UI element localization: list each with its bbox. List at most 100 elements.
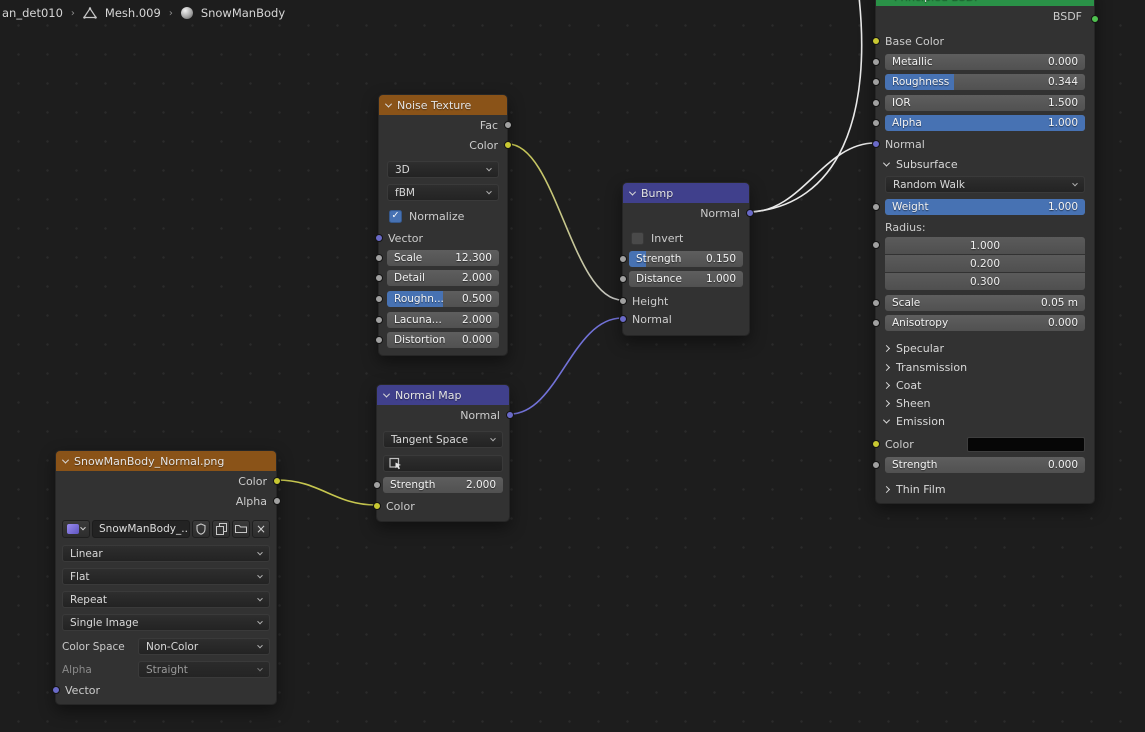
dimensions-dropdown[interactable]: 3D (387, 161, 499, 178)
node-header[interactable]: Bump (623, 183, 749, 203)
node-header[interactable]: Noise Texture (379, 95, 507, 115)
distance-slider[interactable]: Distance 1.000 (629, 271, 743, 287)
anisotropy-slider[interactable]: Anisotropy 0.000 (885, 315, 1085, 331)
distortion-input-socket[interactable] (374, 336, 383, 344)
metallic-slider[interactable]: Metallic 0.000 (885, 54, 1085, 70)
node-image-texture[interactable]: SnowManBody_Normal.png Color Alpha SnowM… (51, 450, 281, 705)
bsdf-output-socket[interactable] (1090, 15, 1099, 23)
input-label: Vector (388, 231, 424, 245)
scale-slider[interactable]: Scale 12.300 (387, 250, 499, 266)
normalize-checkbox[interactable]: ✓ (389, 209, 402, 223)
alpha-input-socket[interactable] (871, 119, 880, 127)
node-principled-bsdf[interactable]: Principled BSDF BSDF Base Color Metallic… (871, 0, 1099, 504)
uv-map-field[interactable] (383, 455, 503, 472)
link-bump-normal-offscreen[interactable] (749, 0, 863, 213)
detail-input-socket[interactable] (374, 274, 383, 282)
invert-checkbox[interactable] (631, 231, 644, 245)
node-bump[interactable]: Bump Normal Invert Strength 0.150 Distan… (618, 182, 754, 336)
link-bump-to-principled-normal[interactable] (749, 142, 876, 213)
interpolation-dropdown[interactable]: Linear (62, 545, 270, 562)
roughness-input-socket[interactable] (374, 295, 383, 303)
output-label: BSDF (1052, 9, 1082, 23)
noise-type-dropdown[interactable]: fBM (387, 184, 499, 201)
roughness-slider[interactable]: Roughness 0.344 (885, 74, 1085, 90)
extension-dropdown[interactable]: Repeat (62, 591, 270, 608)
browse-image-button[interactable] (62, 520, 90, 538)
dropdown-value: Non-Color (146, 640, 199, 653)
section-specular[interactable]: Specular (876, 339, 1094, 357)
emission-color-input-socket[interactable] (871, 440, 880, 448)
color-input-socket[interactable] (372, 502, 381, 510)
section-sheen[interactable]: Sheen (876, 394, 1094, 412)
subsurface-method-dropdown[interactable]: Random Walk (885, 176, 1085, 193)
color-space-dropdown[interactable]: Non-Color (138, 638, 270, 655)
normal-input-socket[interactable] (618, 315, 627, 323)
subsurface-scale-slider[interactable]: Scale 0.05 m (885, 295, 1085, 311)
height-input-socket[interactable] (618, 297, 627, 305)
slider-label: Roughn... (394, 293, 444, 305)
normal-output-socket[interactable] (745, 209, 754, 217)
link-normalmap-to-bump-normal[interactable] (509, 317, 623, 415)
section-emission[interactable]: Emission (876, 412, 1094, 430)
distance-input-socket[interactable] (618, 275, 627, 283)
scale-input-socket[interactable] (374, 254, 383, 262)
image-name-field[interactable]: SnowManBody_... (92, 520, 190, 538)
node-normal-map[interactable]: Normal Map Normal Tangent Space Strength… (372, 384, 514, 522)
vector-input-socket[interactable] (374, 234, 383, 242)
strength-input-socket[interactable] (618, 255, 627, 263)
radius-y-field[interactable]: 0.200 (885, 255, 1085, 272)
chevron-down-icon (257, 549, 263, 555)
strength-slider[interactable]: Strength 0.150 (629, 251, 743, 267)
space-dropdown[interactable]: Tangent Space (383, 431, 503, 448)
alpha-output-socket[interactable] (272, 497, 281, 505)
node-header[interactable]: SnowManBody_Normal.png (56, 451, 276, 471)
source-dropdown[interactable]: Single Image (62, 614, 270, 631)
base-color-input-socket[interactable] (871, 37, 880, 45)
section-transmission[interactable]: Transmission (876, 358, 1094, 376)
section-thin-film[interactable]: Thin Film (876, 480, 1094, 498)
metallic-input-socket[interactable] (871, 58, 880, 66)
normal-output-socket[interactable] (505, 411, 514, 419)
alpha-mode-dropdown[interactable]: Straight (138, 661, 270, 678)
node-title: Noise Texture (397, 98, 472, 112)
node-header[interactable]: Normal Map (377, 385, 509, 405)
distortion-slider[interactable]: Distortion 0.000 (387, 332, 499, 348)
fake-user-button[interactable] (192, 520, 210, 538)
lacunarity-slider[interactable]: Lacuna... 2.000 (387, 312, 499, 328)
roughness-input-socket[interactable] (871, 78, 880, 86)
color-output-socket[interactable] (503, 141, 512, 149)
weight-slider[interactable]: Weight 1.000 (885, 199, 1085, 215)
section-coat[interactable]: Coat (876, 376, 1094, 394)
vector-input-socket[interactable] (51, 686, 60, 694)
slider-value: 2.000 (461, 272, 492, 284)
link-noise-color-to-bump-height[interactable] (507, 143, 623, 301)
copy-image-button[interactable] (212, 520, 230, 538)
shader-node-editor[interactable]: an_det010 › Mesh.009 › SnowManBody Noise… (0, 0, 1145, 732)
radius-input-socket[interactable] (871, 241, 880, 249)
strength-slider[interactable]: Strength 2.000 (383, 477, 503, 493)
emission-color-swatch[interactable] (967, 437, 1085, 452)
ior-input-socket[interactable] (871, 99, 880, 107)
open-image-button[interactable] (232, 520, 250, 538)
anisotropy-input-socket[interactable] (871, 319, 880, 327)
detail-slider[interactable]: Detail 2.000 (387, 270, 499, 286)
lacunarity-input-socket[interactable] (374, 316, 383, 324)
projection-dropdown[interactable]: Flat (62, 568, 270, 585)
strength-input-socket[interactable] (372, 481, 381, 489)
alpha-slider[interactable]: Alpha 1.000 (885, 115, 1085, 131)
ior-slider[interactable]: IOR 1.500 (885, 95, 1085, 111)
weight-input-socket[interactable] (871, 203, 880, 211)
roughness-slider[interactable]: Roughn... 0.500 (387, 291, 499, 307)
radius-x-field[interactable]: 1.000 (885, 237, 1085, 254)
link-image-color-to-normalmap[interactable] (276, 479, 377, 506)
emission-strength-slider[interactable]: Strength 0.000 (885, 457, 1085, 473)
normal-input-socket[interactable] (871, 140, 880, 148)
unlink-image-button[interactable]: × (252, 520, 270, 538)
emission-strength-input-socket[interactable] (871, 461, 880, 469)
node-noise-texture[interactable]: Noise Texture Fac Color 3D fBM ✓ Normali… (374, 94, 512, 356)
color-output-socket[interactable] (272, 477, 281, 485)
section-subsurface[interactable]: Subsurface (876, 155, 1094, 173)
fac-output-socket[interactable] (503, 121, 512, 129)
scale-input-socket[interactable] (871, 299, 880, 307)
radius-z-field[interactable]: 0.300 (885, 273, 1085, 290)
